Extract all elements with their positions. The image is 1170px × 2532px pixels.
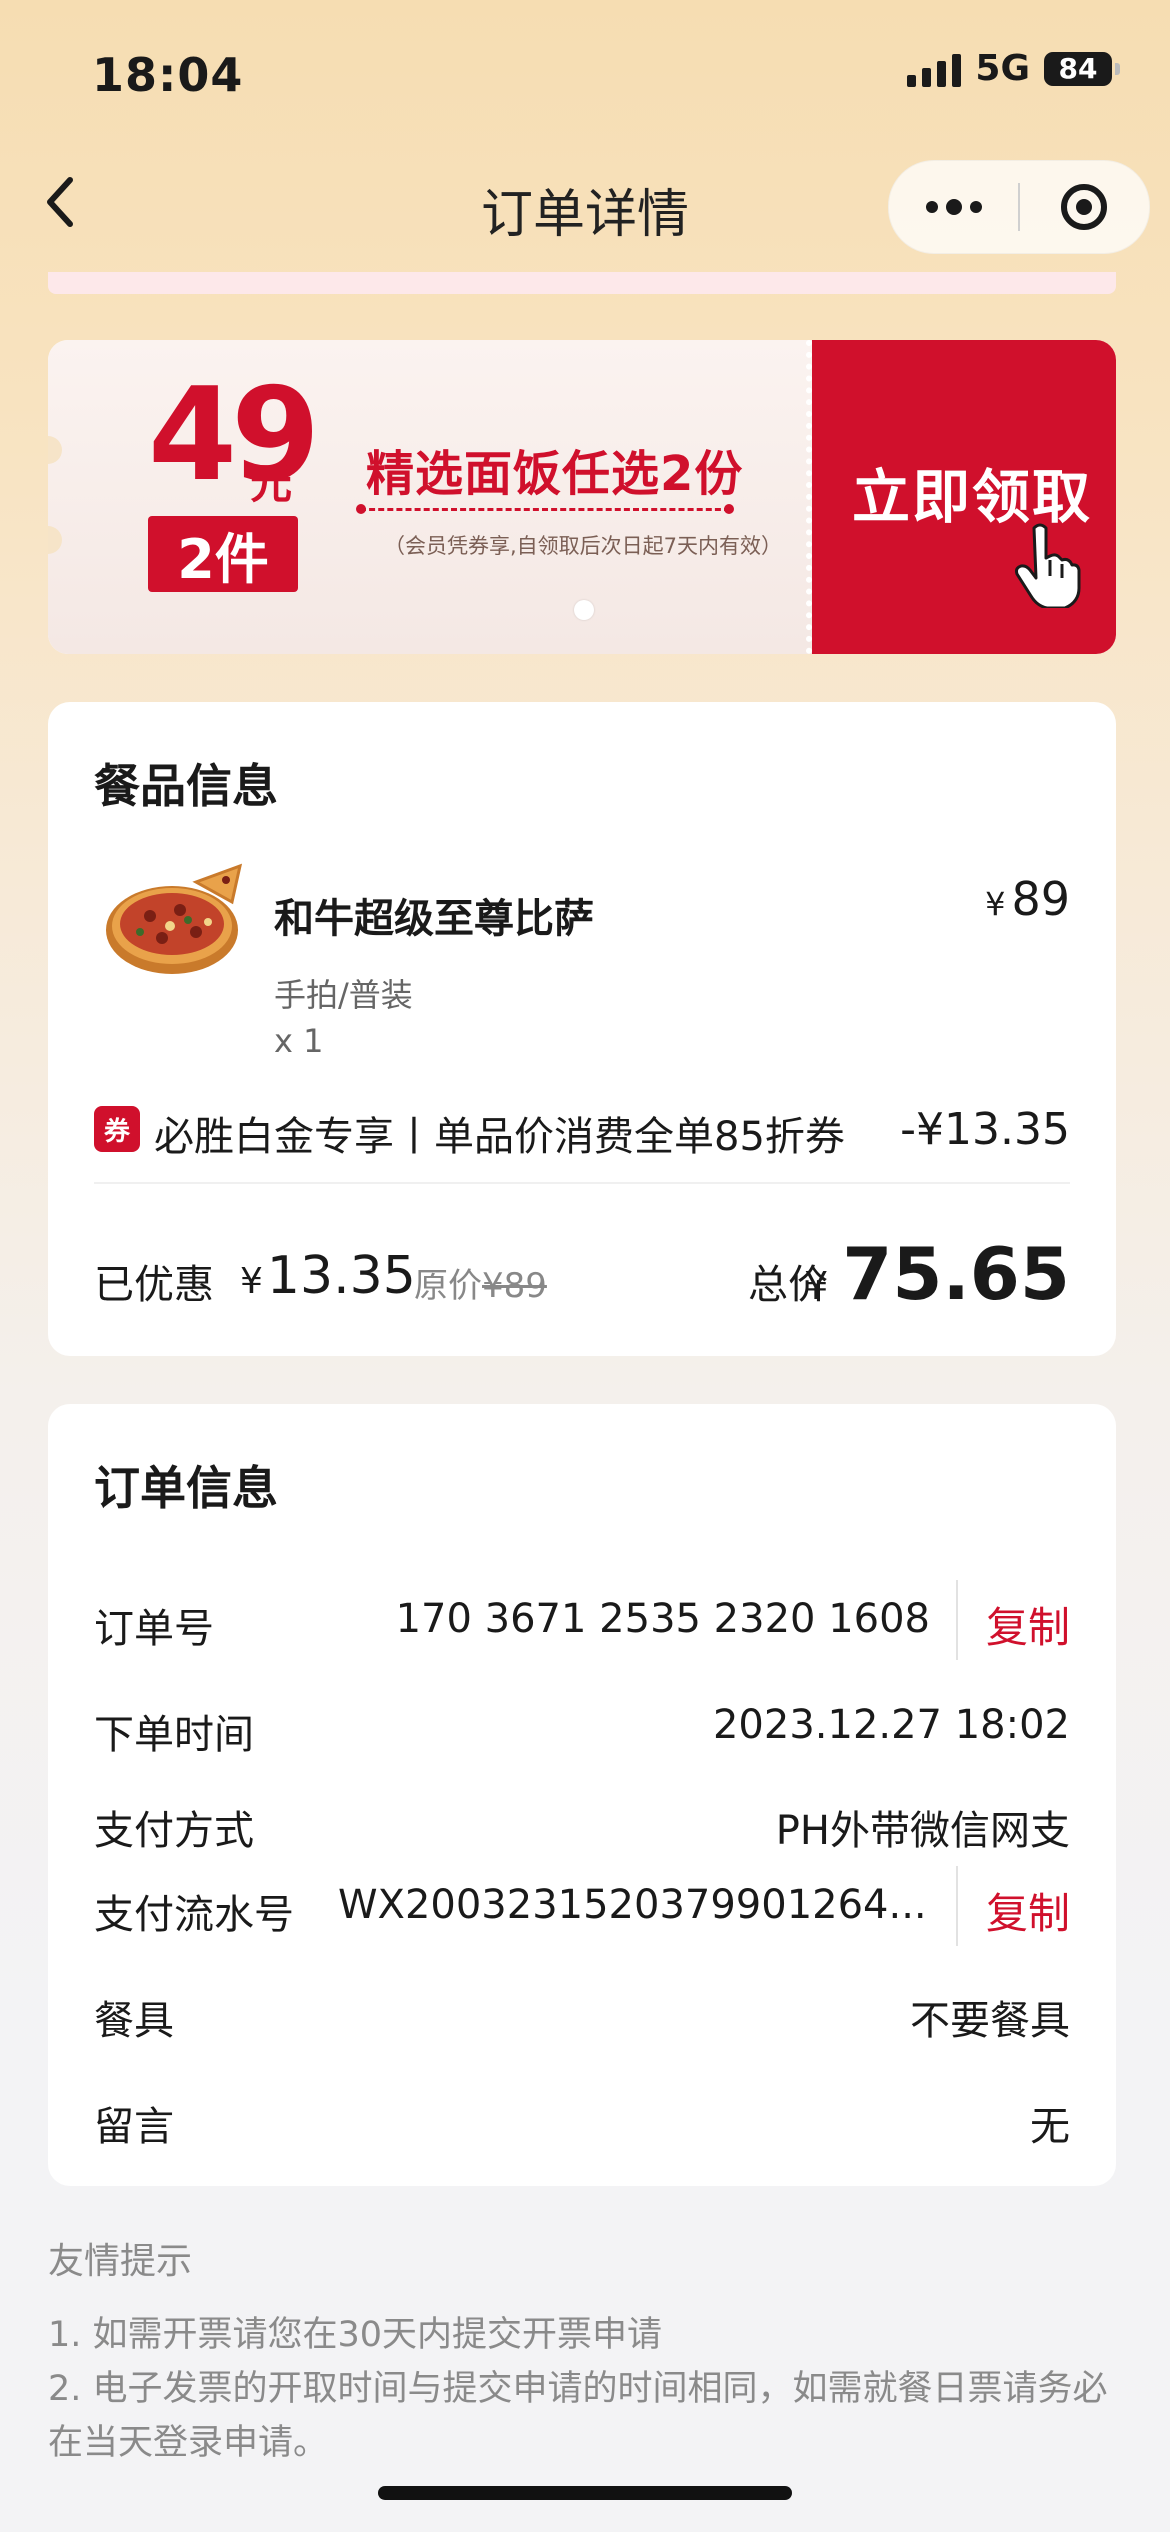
- home-indicator: [378, 2486, 792, 2500]
- divider: [956, 1866, 958, 1946]
- copy-transaction-id-button[interactable]: 复制: [986, 1880, 1070, 1941]
- more-dots-icon: [926, 201, 938, 213]
- currency-symbol: ¥: [240, 1261, 263, 1302]
- more-dot: [946, 199, 962, 215]
- discount-label: 已优惠: [94, 1262, 214, 1308]
- discount-value: 13.35: [266, 1246, 416, 1306]
- copy-order-number-button[interactable]: 复制: [986, 1594, 1070, 1655]
- divider: [94, 1182, 1070, 1184]
- divider: [956, 1580, 958, 1660]
- coupon-amount: -¥13.35: [900, 1104, 1070, 1155]
- food-section-title: 餐品信息: [94, 759, 278, 813]
- promo-title: 精选面饭任选2份: [366, 446, 744, 502]
- carousel-indicator: [574, 600, 594, 620]
- close-miniprogram-button[interactable]: [1019, 161, 1149, 253]
- remark-label: 留言: [94, 2104, 174, 2150]
- currency-symbol: ¥: [804, 1264, 829, 1308]
- coupon-text: 必胜白金专享丨单品价消费全单85折券: [154, 1114, 845, 1160]
- order-number-label: 订单号: [94, 1606, 214, 1652]
- order-time-value: 2023.12.27 18:02: [712, 1702, 1070, 1748]
- remark-value: 无: [1030, 2104, 1070, 2150]
- status-time: 18:04: [92, 48, 244, 102]
- tip-item: 2. 电子发票的开取时间与提交申请的时间相同，如需就餐日票请务必在当天登录申请。: [48, 2369, 1108, 2463]
- claim-button[interactable]: 立即领取: [806, 340, 1116, 654]
- coupon-icon: 券: [94, 1106, 140, 1152]
- order-info-card: 订单信息 订单号 170 3671 2535 2320 1608 复制 下单时间…: [48, 1404, 1116, 2186]
- transaction-id-label: 支付流水号: [94, 1892, 294, 1938]
- food-info-card: 餐品信息 和牛超级至尊比萨 ¥89 手拍/普装 x 1 券 必胜白金专享丨单品价…: [48, 702, 1116, 1356]
- header-strip: [48, 272, 1116, 294]
- promo-ticket-left: 49 元 2件 精选面饭任选2份 （会员凭券享,自领取后次日起7天内有效）: [48, 340, 812, 654]
- tips-title: 友情提示: [48, 2241, 193, 2282]
- promo-note: （会员凭券享,自领取后次日起7天内有效）: [384, 534, 783, 558]
- pizza-image: [106, 863, 243, 974]
- item-spec: 手拍/普装: [274, 976, 413, 1014]
- battery-icon: 84: [1044, 51, 1120, 86]
- pointer-hand-icon: [1015, 523, 1081, 608]
- original-price: 原价¥89: [414, 1258, 547, 1307]
- tip-item: 1. 如需开票请您在30天内提交开票申请: [48, 2315, 663, 2355]
- discount-amount: ¥13.35: [240, 1246, 416, 1306]
- payment-method-value: PH外带微信网支: [775, 1808, 1070, 1854]
- currency-symbol: ¥: [985, 885, 1006, 923]
- target-icon: [1061, 184, 1107, 230]
- network-type: 5G: [975, 48, 1030, 89]
- order-section-title: 订单信息: [94, 1461, 278, 1515]
- promo-quantity: 2件: [148, 516, 298, 592]
- order-time-label: 下单时间: [94, 1712, 254, 1758]
- status-indicators: 5G 84: [907, 48, 1120, 89]
- total-value: 75.65: [842, 1232, 1070, 1316]
- signal-icon: [907, 51, 962, 87]
- item-price-value: 89: [1011, 872, 1070, 926]
- item-name: 和牛超级至尊比萨: [274, 896, 594, 942]
- item-quantity: x 1: [274, 1022, 324, 1060]
- promo-divider: [356, 504, 734, 514]
- promo-price-unit: 元: [250, 459, 293, 508]
- miniprogram-capsule: [888, 160, 1150, 254]
- original-price-label: 原价: [414, 1266, 482, 1306]
- total-amount: ¥75.65: [804, 1232, 1070, 1316]
- transaction-id-value: WX2003231520379901264...: [338, 1882, 927, 1928]
- more-button[interactable]: [889, 161, 1019, 253]
- item-price: ¥89: [985, 872, 1070, 926]
- utensils-label: 餐具: [94, 1998, 174, 2044]
- battery-level: 84: [1058, 52, 1098, 85]
- original-price-value: ¥89: [482, 1266, 547, 1306]
- utensils-value: 不要餐具: [910, 1998, 1070, 2044]
- payment-method-label: 支付方式: [94, 1808, 254, 1854]
- promo-banner[interactable]: 49 元 2件 精选面饭任选2份 （会员凭券享,自领取后次日起7天内有效） 立即…: [48, 340, 1116, 654]
- order-number-value: 170 3671 2535 2320 1608: [395, 1596, 930, 1642]
- more-dot: [970, 201, 982, 213]
